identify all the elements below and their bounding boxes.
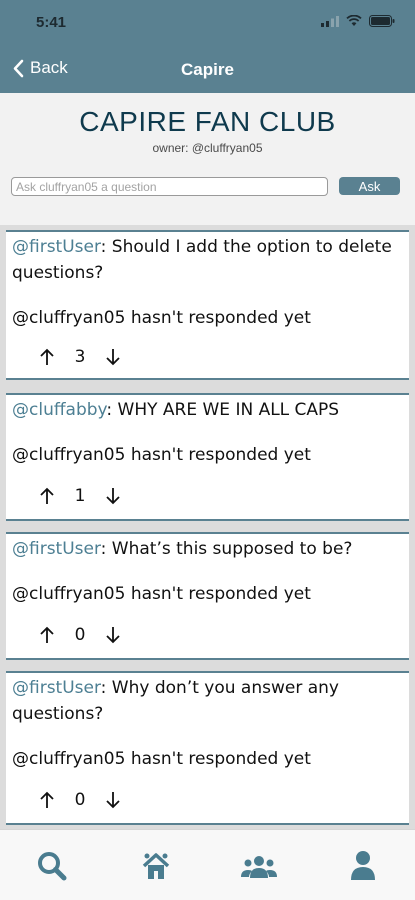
arrow-up-icon: [40, 348, 54, 365]
club-header: CAPIRE FAN CLUB owner: @cluffryan05 Ask: [0, 93, 415, 225]
question-body: : What’s this supposed to be?: [100, 539, 353, 559]
header: 5:41 Back Capire: [0, 0, 415, 93]
profile-icon: [351, 851, 375, 880]
question-text: @firstUser: Should I add the option to d…: [12, 234, 403, 286]
page-title: Capire: [181, 60, 234, 79]
home-icon: [142, 853, 170, 879]
club-owner: owner: @cluffryan05: [152, 141, 263, 155]
question-list[interactable]: @firstUser: Should I add the option to d…: [0, 225, 415, 829]
battery-icon: [369, 15, 395, 27]
downvote-button[interactable]: [102, 789, 124, 811]
downvote-button[interactable]: [102, 624, 124, 646]
question-card: @cluffabby: WHY ARE WE IN ALL CAPS @cluf…: [6, 393, 409, 521]
vote-controls: 3: [36, 346, 124, 368]
arrow-up-icon: [40, 626, 54, 643]
vote-count: 1: [74, 486, 86, 506]
question-card: @firstUser: Why don’t you answer any que…: [6, 671, 409, 825]
vote-controls: 1: [36, 485, 124, 507]
status-icons: [321, 15, 395, 27]
arrow-up-icon: [40, 487, 54, 504]
question-body: : WHY ARE WE IN ALL CAPS: [106, 400, 340, 420]
question-author[interactable]: @firstUser: [12, 539, 101, 559]
arrow-down-icon: [106, 488, 120, 505]
question-text: @cluffabby: WHY ARE WE IN ALL CAPS: [12, 397, 403, 423]
upvote-button[interactable]: [36, 789, 58, 811]
tab-groups[interactable]: [239, 848, 279, 884]
question-card: @firstUser: Should I add the option to d…: [6, 230, 409, 380]
status-time: 5:41: [36, 14, 67, 31]
downvote-button[interactable]: [102, 485, 124, 507]
arrow-down-icon: [106, 349, 120, 366]
search-icon: [38, 852, 67, 881]
downvote-button[interactable]: [102, 346, 124, 368]
tab-bar: [0, 829, 415, 900]
vote-controls: 0: [36, 789, 124, 811]
arrow-up-icon: [40, 791, 54, 808]
response-status: @cluffryan05 hasn't responded yet: [12, 308, 311, 328]
arrow-down-icon: [106, 792, 120, 809]
question-author[interactable]: @firstUser: [12, 237, 101, 257]
vote-count: 0: [74, 790, 86, 810]
upvote-button[interactable]: [36, 346, 58, 368]
tab-profile[interactable]: [343, 848, 383, 884]
vote-controls: 0: [36, 624, 124, 646]
question-text: @firstUser: What’s this supposed to be?: [12, 536, 403, 562]
tab-search[interactable]: [32, 848, 72, 884]
tab-home[interactable]: [136, 848, 176, 884]
question-author[interactable]: @firstUser: [12, 678, 101, 698]
club-title: CAPIRE FAN CLUB: [79, 106, 336, 137]
vote-count: 3: [74, 347, 86, 367]
response-status: @cluffryan05 hasn't responded yet: [12, 584, 311, 604]
upvote-button[interactable]: [36, 485, 58, 507]
arrow-down-icon: [106, 627, 120, 644]
response-status: @cluffryan05 hasn't responded yet: [12, 445, 311, 465]
question-card: @firstUser: What’s this supposed to be? …: [6, 532, 409, 660]
ask-button[interactable]: Ask: [339, 177, 400, 195]
signal-icon: [321, 15, 339, 27]
question-author[interactable]: @cluffabby: [12, 400, 106, 420]
wifi-icon: [346, 15, 362, 26]
vote-count: 0: [74, 625, 86, 645]
group-icon: [241, 856, 277, 878]
upvote-button[interactable]: [36, 624, 58, 646]
ask-question-input[interactable]: [11, 177, 328, 196]
question-text: @firstUser: Why don’t you answer any que…: [12, 675, 403, 727]
response-status: @cluffryan05 hasn't responded yet: [12, 749, 311, 769]
